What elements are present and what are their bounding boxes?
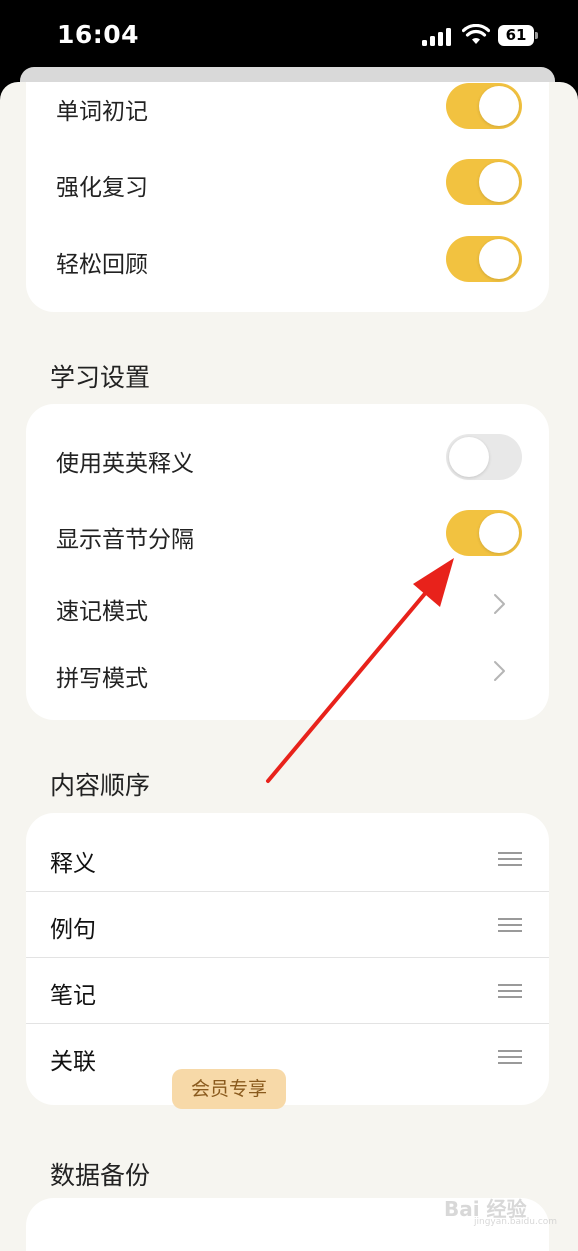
drag-handle-icon[interactable] — [498, 918, 522, 932]
content-order-label: 笔记 — [50, 983, 96, 1009]
content-order-label: 例句 — [50, 917, 96, 943]
review-mode-toggle-intensive[interactable] — [446, 159, 522, 205]
review-mode-label: 轻松回顾 — [56, 252, 148, 278]
content-order-label: 释义 — [50, 851, 96, 877]
section-title-content-order: 内容顺序 — [50, 771, 151, 800]
content-order-row[interactable]: 关联 — [26, 1024, 549, 1090]
chevron-right-icon — [494, 594, 505, 614]
review-mode-toggle-first-learn[interactable] — [446, 83, 522, 129]
wifi-icon — [462, 24, 490, 44]
link-label-quick-memo-mode[interactable]: 速记模式 — [56, 592, 148, 626]
content-order-row[interactable]: 笔记 — [26, 958, 549, 1024]
link-label-spelling-mode[interactable]: 拼写模式 — [56, 659, 148, 693]
watermark-logo: Bai 经验 jingyan.baidu.com — [444, 1197, 558, 1227]
drag-handle-icon[interactable] — [498, 852, 522, 866]
toggle-english-definitions[interactable] — [446, 434, 522, 480]
study-settings-card: 使用英英释义 显示音节分隔 速记模式 拼写模式 — [26, 404, 549, 720]
review-mode-toggle-easy[interactable] — [446, 236, 522, 282]
drag-handle-icon[interactable] — [498, 984, 522, 998]
toggle-label-syllable-separation: 显示音节分隔 — [56, 527, 194, 553]
toggle-syllable-separation[interactable] — [446, 510, 522, 556]
status-bar: 16:04 61 — [0, 0, 578, 70]
content-order-row[interactable]: 例句 — [26, 892, 549, 958]
member-only-badge: 会员专享 — [172, 1069, 286, 1109]
content-order-row[interactable]: 释义 — [26, 826, 549, 892]
review-mode-label: 单词初记 — [56, 99, 148, 125]
content-order-label: 关联 — [50, 1049, 96, 1075]
settings-sheet[interactable]: 单词初记 强化复习 轻松回顾 学习设置 使用英英释义 显示音节分隔 速记模式 拼… — [0, 82, 578, 1251]
review-mode-label: 强化复习 — [56, 175, 148, 201]
battery-level: 61 — [498, 25, 534, 46]
status-time: 16:04 — [57, 20, 140, 49]
section-title-study-settings: 学习设置 — [50, 363, 151, 392]
drag-handle-icon[interactable] — [498, 1050, 522, 1064]
chevron-right-icon — [494, 661, 505, 681]
toggle-label-english-definitions: 使用英英释义 — [56, 451, 194, 477]
review-mode-card: 单词初记 强化复习 轻松回顾 — [26, 82, 549, 312]
cellular-signal-icon — [422, 28, 452, 46]
battery-icon: 61 — [498, 25, 538, 46]
section-title-data-backup: 数据备份 — [50, 1161, 151, 1190]
content-order-card: 释义 例句 笔记 关联 — [26, 813, 549, 1105]
